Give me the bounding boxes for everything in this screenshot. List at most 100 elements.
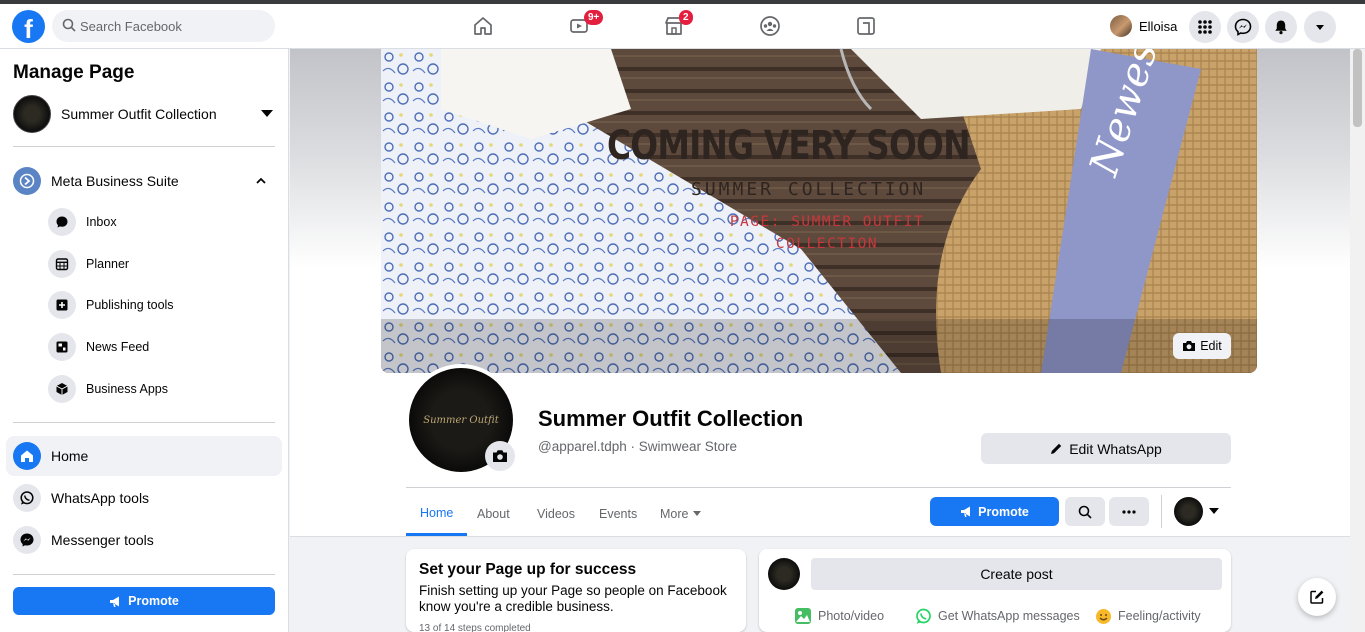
tab-more-label: More <box>660 507 689 521</box>
caret-down-icon <box>693 511 702 516</box>
search-icon <box>1078 505 1092 519</box>
scrollbar-thumb[interactable] <box>1353 49 1362 127</box>
setup-progress: 13 of 14 steps completed <box>419 623 531 632</box>
cover-page-line: PAGE: SUMMER OUTFIT COLLECTION <box>729 214 925 252</box>
sidebar-item-planner[interactable]: Planner <box>48 250 129 278</box>
sidebar-item-label: News Feed <box>86 340 150 354</box>
tab-about[interactable]: About <box>477 492 510 536</box>
messenger-button[interactable] <box>1227 11 1259 43</box>
messenger-icon <box>13 526 41 554</box>
sidebar-item-messenger-tools[interactable]: Messenger tools <box>6 520 282 560</box>
sidebar-item-label: Publishing tools <box>86 298 174 312</box>
search-page-button[interactable] <box>1065 497 1105 526</box>
edit-cover-label: Edit <box>1200 339 1222 353</box>
tab-videos[interactable]: Videos <box>537 492 575 536</box>
setup-title: Set your Page up for success <box>419 561 637 578</box>
sidebar-divider <box>13 574 275 575</box>
sidebar-item-news-feed[interactable]: News Feed <box>48 333 149 361</box>
news-feed-icon <box>48 333 76 361</box>
top-navigation-bar: f 9+ 2 Elloisa <box>0 4 1365 49</box>
page-selector[interactable]: Summer Outfit Collection <box>13 95 275 133</box>
ellipsis-icon <box>1122 509 1136 514</box>
whatsapp-messages-button[interactable]: Get WhatsApp messages <box>915 607 1080 625</box>
cover-subline: SUMMER COLLECTION <box>691 179 927 200</box>
photo-icon <box>795 608 811 624</box>
publishing-icon <box>48 291 76 319</box>
sidebar-item-whatsapp-tools[interactable]: WhatsApp tools <box>6 478 282 518</box>
grid-menu-icon <box>1198 20 1212 34</box>
sidebar-item-label: Inbox <box>86 215 117 229</box>
profile-shortcut[interactable]: Elloisa <box>1110 12 1177 40</box>
megaphone-icon <box>961 506 971 517</box>
update-profile-picture-button[interactable] <box>485 441 515 471</box>
user-name: Elloisa <box>1139 18 1178 34</box>
photo-video-label: Photo/video <box>818 609 885 623</box>
nav-home-button[interactable] <box>469 12 497 40</box>
account-button[interactable] <box>1304 11 1336 43</box>
sidebar-divider <box>13 146 275 147</box>
whatsapp-icon <box>13 484 41 512</box>
caret-down-icon <box>1209 508 1219 514</box>
calendar-icon <box>48 250 76 278</box>
page-title: Summer Outfit Collection <box>538 406 804 431</box>
messenger-icon <box>1234 18 1252 36</box>
compose-icon <box>1310 590 1324 604</box>
sidebar-title: Manage Page <box>13 62 135 83</box>
create-post-button[interactable]: Create post <box>811 558 1222 590</box>
home-icon <box>13 442 41 470</box>
page-avatar <box>768 558 800 590</box>
search-input[interactable] <box>80 10 270 42</box>
manage-page-sidebar: Manage Page Summer Outfit Collection Met… <box>0 49 289 632</box>
sidebar-item-label: Messenger tools <box>51 532 154 548</box>
edit-whatsapp-button[interactable]: Edit WhatsApp <box>981 433 1231 464</box>
page-logo-text: Summer Outfit <box>423 414 499 426</box>
photo-video-button[interactable]: Photo/video <box>794 607 884 625</box>
edit-whatsapp-label: Edit WhatsApp <box>1069 440 1162 457</box>
sidebar-item-label: Home <box>51 448 89 464</box>
sidebar-promote-label: Promote <box>128 594 179 608</box>
cover-headline: COMING VERY SOON <box>607 123 971 169</box>
groups-icon <box>760 16 780 36</box>
sidebar-item-home[interactable]: Home <box>6 436 282 476</box>
voice-selector[interactable] <box>1174 497 1219 526</box>
camera-icon <box>1183 341 1196 351</box>
sidebar-item-business-apps[interactable]: Business Apps <box>48 375 168 403</box>
sidebar-promote-button[interactable]: Promote <box>13 587 275 615</box>
bell-icon <box>1275 20 1287 35</box>
page-avatar <box>13 95 51 133</box>
tab-events[interactable]: Events <box>599 492 637 536</box>
sidebar-item-label: Planner <box>86 257 130 271</box>
page-handle-category: @apparel.tdph · Swimwear Store <box>538 439 738 454</box>
whatsapp-icon <box>916 608 931 624</box>
new-message-button[interactable] <box>1298 578 1336 616</box>
sidebar-item-publishing-tools[interactable]: Publishing tools <box>48 291 174 319</box>
tab-more[interactable]: More <box>660 492 702 536</box>
promote-label: Promote <box>978 504 1029 519</box>
meta-business-suite-toggle[interactable]: Meta Business Suite <box>13 167 275 195</box>
tab-home[interactable]: Home <box>406 492 468 536</box>
search-box[interactable] <box>52 10 275 42</box>
promote-button[interactable]: Promote <box>930 497 1059 526</box>
page-scrollbar[interactable] <box>1350 49 1365 632</box>
whatsapp-messages-label: Get WhatsApp messages <box>938 609 1080 623</box>
sidebar-item-inbox[interactable]: Inbox <box>48 208 117 236</box>
home-icon <box>474 17 492 35</box>
menu-button[interactable] <box>1189 11 1221 43</box>
search-icon <box>62 18 76 32</box>
cover-photo[interactable]: COMING VERY SOON SUMMER COLLECTION PAGE:… <box>381 49 1257 373</box>
chevron-up-icon <box>256 177 266 184</box>
meta-business-suite-label: Meta Business Suite <box>51 173 179 189</box>
pages-icon <box>857 17 875 35</box>
notifications-button[interactable] <box>1265 11 1297 43</box>
feeling-activity-button[interactable]: Feeling/activity <box>1095 607 1201 625</box>
nav-gaming-button[interactable] <box>852 12 880 40</box>
edit-cover-button[interactable]: Edit <box>1173 333 1231 359</box>
more-options-button[interactable] <box>1109 497 1149 526</box>
caret-down-icon <box>1316 25 1324 30</box>
setup-card: Set your Page up for success Finish sett… <box>406 549 746 632</box>
facebook-logo-icon[interactable]: f <box>12 10 45 43</box>
sidebar-divider <box>13 422 275 423</box>
nav-groups-button[interactable] <box>756 12 784 40</box>
tabs-divider <box>406 487 1231 488</box>
watch-badge: 9+ <box>584 10 604 25</box>
